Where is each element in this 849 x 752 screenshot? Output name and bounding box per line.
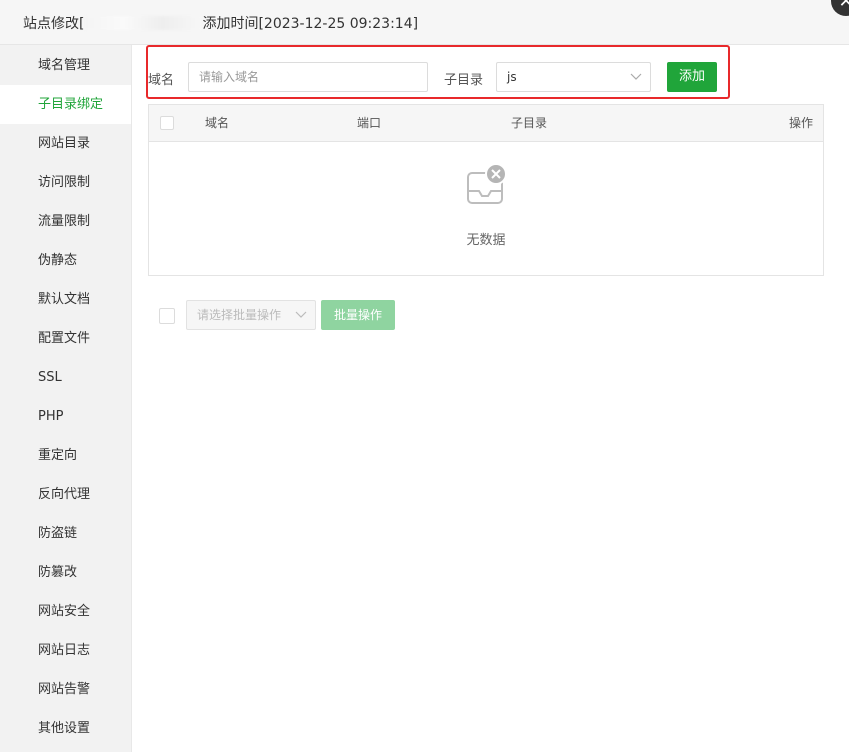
select-all-checkbox[interactable] [160,116,174,130]
dialog-titlebar: 站点修改[ 添加时间[2023-12-25 09:23:14] [0,0,849,45]
subdir-label: 子目录 [444,73,484,88]
binding-table: 域名 端口 子目录 操作 无数据 [148,104,824,276]
domain-input[interactable]: 请输入域名 [188,62,428,92]
domain-label: 域名 [148,73,175,88]
sidebar-item-site-security[interactable]: 网站安全 [0,592,131,631]
sidebar-item-domain-management[interactable]: 域名管理 [0,46,131,85]
sidebar-item-site-directory[interactable]: 网站目录 [0,124,131,163]
sidebar-item-default-document[interactable]: 默认文档 [0,280,131,319]
batch-select-checkbox[interactable] [159,308,175,324]
sidebar-item-php[interactable]: PHP [0,397,131,436]
empty-inbox-icon [466,163,508,207]
sidebar-item-redirect[interactable]: 重定向 [0,436,131,475]
sidebar-item-site-logs[interactable]: 网站日志 [0,631,131,670]
sidebar: 域名管理 子目录绑定 网站目录 访问限制 流量限制 伪静态 默认文档 配置文件 … [0,45,132,752]
dialog-title: 站点修改[ 添加时间[2023-12-25 09:23:14] [23,13,418,33]
column-domain: 域名 [205,116,230,130]
sidebar-item-access-restriction[interactable]: 访问限制 [0,163,131,202]
batch-operation-select[interactable]: 请选择批量操作 [186,300,316,330]
column-port: 端口 [357,116,382,130]
sidebar-item-reverse-proxy[interactable]: 反向代理 [0,475,131,514]
dialog-title-suffix: 添加时间[2023-12-25 09:23:14] [202,16,419,32]
sidebar-item-hotlink-protection[interactable]: 防盗链 [0,514,131,553]
batch-operation-placeholder: 请选择批量操作 [197,308,282,322]
sidebar-item-tamper-protection[interactable]: 防篡改 [0,553,131,592]
sidebar-item-traffic-limit[interactable]: 流量限制 [0,202,131,241]
sidebar-item-other-settings[interactable]: 其他设置 [0,709,131,748]
subdir-select-value: js [507,70,517,84]
dialog-title-prefix: 站点修改[ [23,16,85,32]
sidebar-item-ssl[interactable]: SSL [0,358,131,397]
sidebar-item-subdirectory-binding[interactable]: 子目录绑定 [0,85,131,124]
subdir-select[interactable]: js [496,62,651,92]
table-header: 域名 端口 子目录 操作 [149,105,823,142]
add-button[interactable]: 添加 [667,62,717,92]
sidebar-item-site-alerts[interactable]: 网站告警 [0,670,131,709]
column-actions: 操作 [789,116,814,130]
empty-state-text: 无数据 [466,233,506,248]
redacted-site-name [84,16,203,30]
sidebar-item-rewrite[interactable]: 伪静态 [0,241,131,280]
sidebar-item-config-file[interactable]: 配置文件 [0,319,131,358]
chevron-down-icon [630,63,642,102]
column-subdir: 子目录 [511,116,548,130]
batch-chevron-down-icon [295,301,307,340]
batch-operation-button[interactable]: 批量操作 [321,300,395,330]
